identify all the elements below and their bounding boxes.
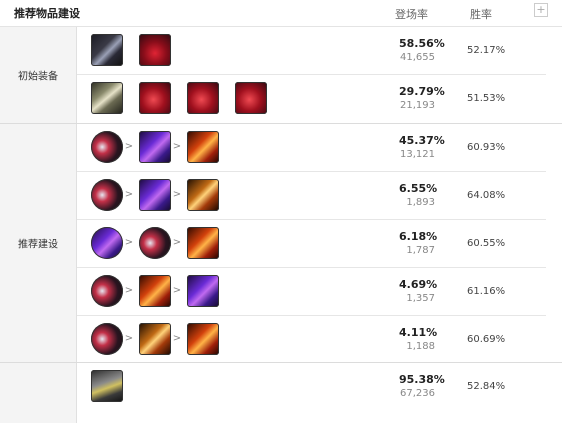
purple-item-icon[interactable] (187, 275, 219, 307)
boots-icon[interactable] (91, 370, 123, 402)
game-count: 41,655 (400, 52, 435, 63)
win-rate: 52.17% (467, 45, 506, 56)
chevron-right-icon: > (172, 189, 182, 200)
table-row[interactable]: > > 6.18% 1,787 60.55% (77, 220, 546, 268)
pick-rate: 4.11% (399, 326, 438, 339)
health-potion-icon[interactable] (235, 82, 267, 114)
game-count: 21,193 (400, 100, 435, 111)
table-row[interactable]: > > 4.11% 1,188 60.69% (77, 316, 546, 363)
pick-rate: 58.56% (399, 37, 445, 50)
blade-icon[interactable] (91, 323, 123, 355)
pick-rate: 29.79% (399, 85, 445, 98)
win-rate: 60.93% (467, 142, 506, 153)
section-label: 推荐建设 (0, 124, 77, 362)
pick-rate: 4.69% (399, 278, 438, 291)
chevron-right-icon: > (172, 141, 182, 152)
game-count: 1,893 (406, 197, 435, 208)
section-label: 初始装备 (0, 27, 77, 123)
chevron-right-icon: > (124, 285, 134, 296)
blade-icon[interactable] (91, 131, 123, 163)
long-sword-icon[interactable] (91, 34, 123, 66)
health-potion-icon[interactable] (139, 34, 171, 66)
win-rate: 61.16% (467, 286, 506, 297)
section-title: 推荐物品建设 (14, 7, 80, 20)
fire-item-icon[interactable] (139, 275, 171, 307)
purple-item-icon[interactable] (139, 131, 171, 163)
chevron-right-icon: > (124, 141, 134, 152)
blade-icon[interactable] (91, 179, 123, 211)
expand-button[interactable]: + (534, 3, 548, 17)
chevron-right-icon: > (124, 189, 134, 200)
game-count: 1,787 (406, 245, 435, 256)
table-header: 推荐物品建设 登场率 胜率 + (0, 0, 562, 27)
health-potion-icon[interactable] (139, 82, 171, 114)
recommended-build-section: 推荐建设 > > 45.37% 13,121 60.93% > > 6.55% … (0, 124, 562, 363)
pick-rate: 95.38% (399, 373, 445, 386)
pick-rate-header[interactable]: 登场率 (395, 6, 428, 22)
table-row[interactable]: > > 45.37% 13,121 60.93% (77, 124, 546, 172)
win-rate-header[interactable]: 胜率 (470, 6, 492, 22)
fire-item-icon[interactable] (187, 323, 219, 355)
chevron-right-icon: > (124, 237, 134, 248)
golden-spear-icon[interactable] (139, 323, 171, 355)
game-count: 1,357 (406, 293, 435, 304)
fire-item-icon[interactable] (187, 131, 219, 163)
table-row[interactable]: 95.38% 67,236 52.84% (77, 363, 546, 410)
pick-rate: 6.55% (399, 182, 438, 195)
game-count: 13,121 (400, 149, 435, 160)
win-rate: 51.53% (467, 93, 506, 104)
health-potion-icon[interactable] (187, 82, 219, 114)
game-count: 1,188 (406, 341, 435, 352)
pick-rate: 6.18% (399, 230, 438, 243)
table-row[interactable]: > > 4.69% 1,357 61.16% (77, 268, 546, 316)
boots-section: 95.38% 67,236 52.84% (0, 363, 562, 423)
win-rate: 52.84% (467, 381, 506, 392)
purple-item-icon[interactable] (91, 227, 123, 259)
golden-spear-icon[interactable] (187, 179, 219, 211)
chevron-right-icon: > (172, 285, 182, 296)
table-row[interactable]: > > 6.55% 1,893 64.08% (77, 172, 546, 220)
chevron-right-icon: > (172, 333, 182, 344)
fire-item-icon[interactable] (187, 227, 219, 259)
table-row[interactable]: 58.56% 41,655 52.17% (77, 27, 546, 75)
blade-icon[interactable] (91, 275, 123, 307)
section-label (0, 363, 77, 423)
win-rate: 60.69% (467, 334, 506, 345)
chevron-right-icon: > (124, 333, 134, 344)
pick-rate: 45.37% (399, 134, 445, 147)
game-count: 67,236 (400, 388, 435, 399)
win-rate: 60.55% (467, 238, 506, 249)
table-row[interactable]: 29.79% 21,193 51.53% (77, 75, 546, 122)
purple-item-icon[interactable] (139, 179, 171, 211)
starting-items-section: 初始装备 58.56% 41,655 52.17% 29.79% 21,193 … (0, 27, 562, 124)
win-rate: 64.08% (467, 190, 506, 201)
blade-icon[interactable] (139, 227, 171, 259)
doran-blade-icon[interactable] (91, 82, 123, 114)
chevron-right-icon: > (172, 237, 182, 248)
